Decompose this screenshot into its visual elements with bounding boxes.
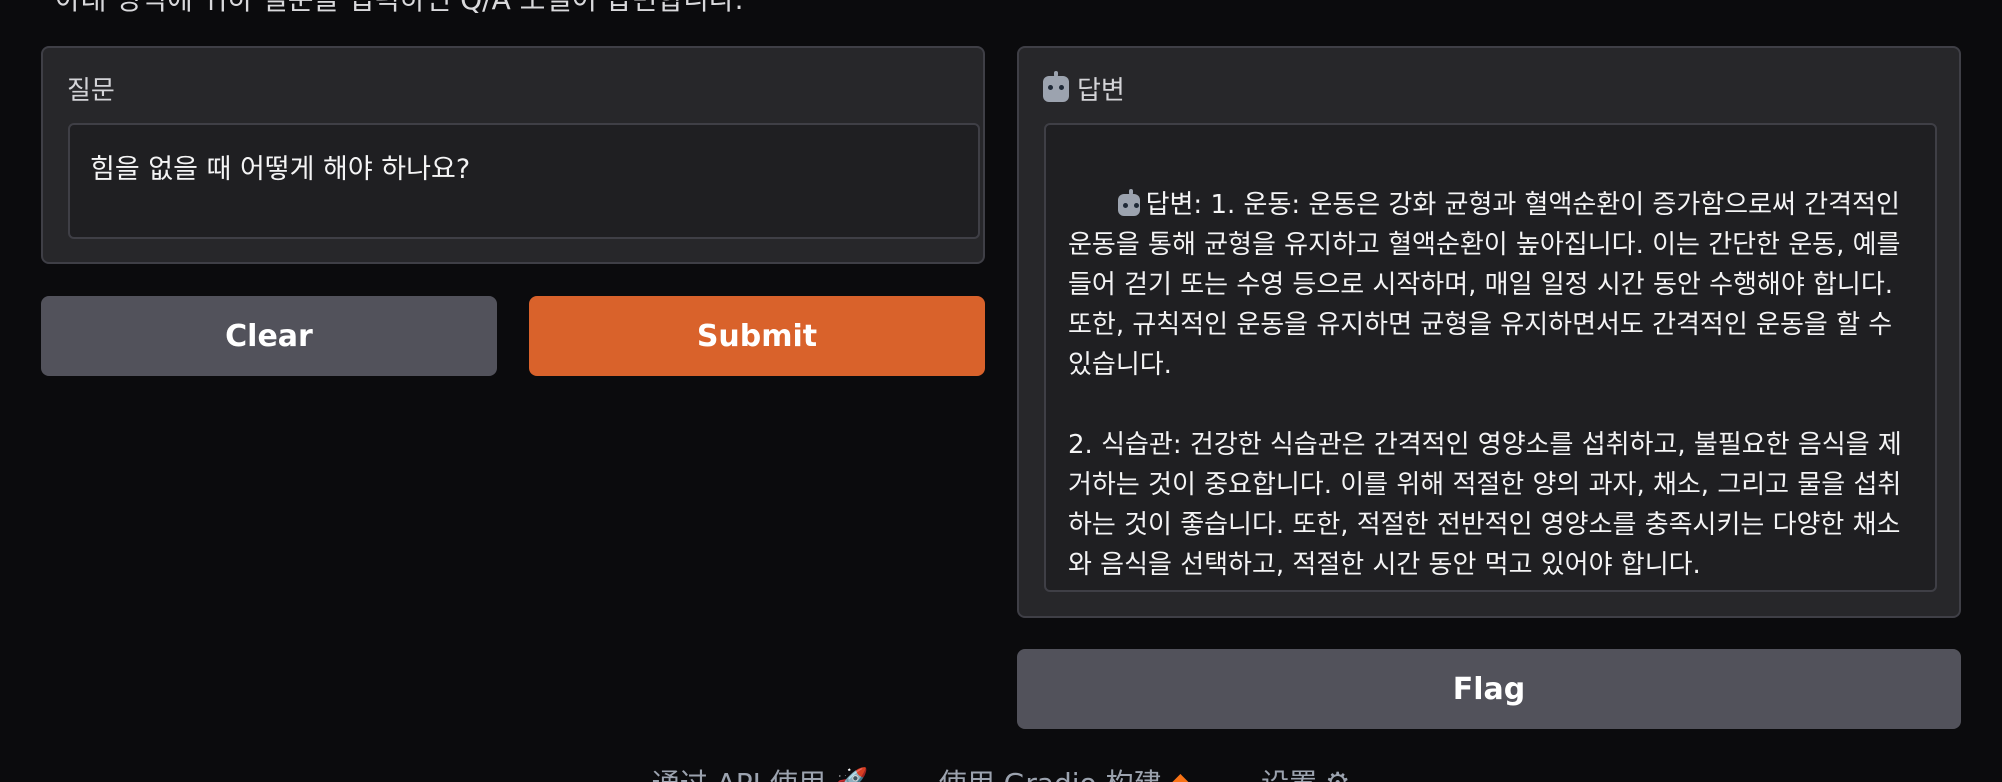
- answer-label: 답변: [1077, 76, 1125, 106]
- footer-gradio-link[interactable]: 使用 Gradio 构建 ◆: [939, 762, 1191, 782]
- answer-text: 답변: 1. 운동: 운동은 강화 균형과 혈액순환이 증가함으로써 간격적인 …: [1068, 190, 1902, 580]
- robot-icon: [1117, 189, 1140, 216]
- answer-panel: 답변 답변: 1. 운동: 운동은 강화 균형과 혈액순환이 증가함으로써 간격…: [1017, 46, 1961, 618]
- question-label: 질문: [67, 76, 115, 106]
- question-panel: 질문 힘을 없을 때 어떻게 해야 하나요?: [41, 46, 985, 264]
- robot-icon: [1043, 70, 1069, 102]
- submit-button[interactable]: Submit: [529, 296, 985, 376]
- clear-button[interactable]: Clear: [41, 296, 497, 376]
- page: 아래 영역에 귀하 질문을 입력하면 Q/A 모델이 답변합니다. 질문 힘을 …: [0, 0, 2002, 782]
- answer-output: 답변: 1. 운동: 운동은 강화 균형과 혈액순환이 증가함으로써 간격적인 …: [1044, 123, 1937, 592]
- gear-icon: ⚙: [1325, 765, 1351, 782]
- footer-settings-link[interactable]: 设置 ⚙: [1261, 762, 1350, 782]
- flag-button[interactable]: Flag: [1017, 649, 1961, 729]
- description-text: 아래 영역에 귀하 질문을 입력하면 Q/A 모델이 답변합니다.: [55, 0, 744, 18]
- question-input[interactable]: 힘을 없을 때 어떻게 해야 하나요?: [68, 123, 980, 239]
- answer-label-row: 답변: [1043, 70, 1125, 107]
- footer: 通过 API 使用 🚀 使用 Gradio 构建 ◆ 设置 ⚙: [0, 762, 2002, 782]
- gradio-logo-icon: ◆: [1169, 765, 1192, 782]
- footer-api-link[interactable]: 通过 API 使用 🚀: [652, 762, 869, 782]
- rocket-icon: 🚀: [833, 765, 869, 782]
